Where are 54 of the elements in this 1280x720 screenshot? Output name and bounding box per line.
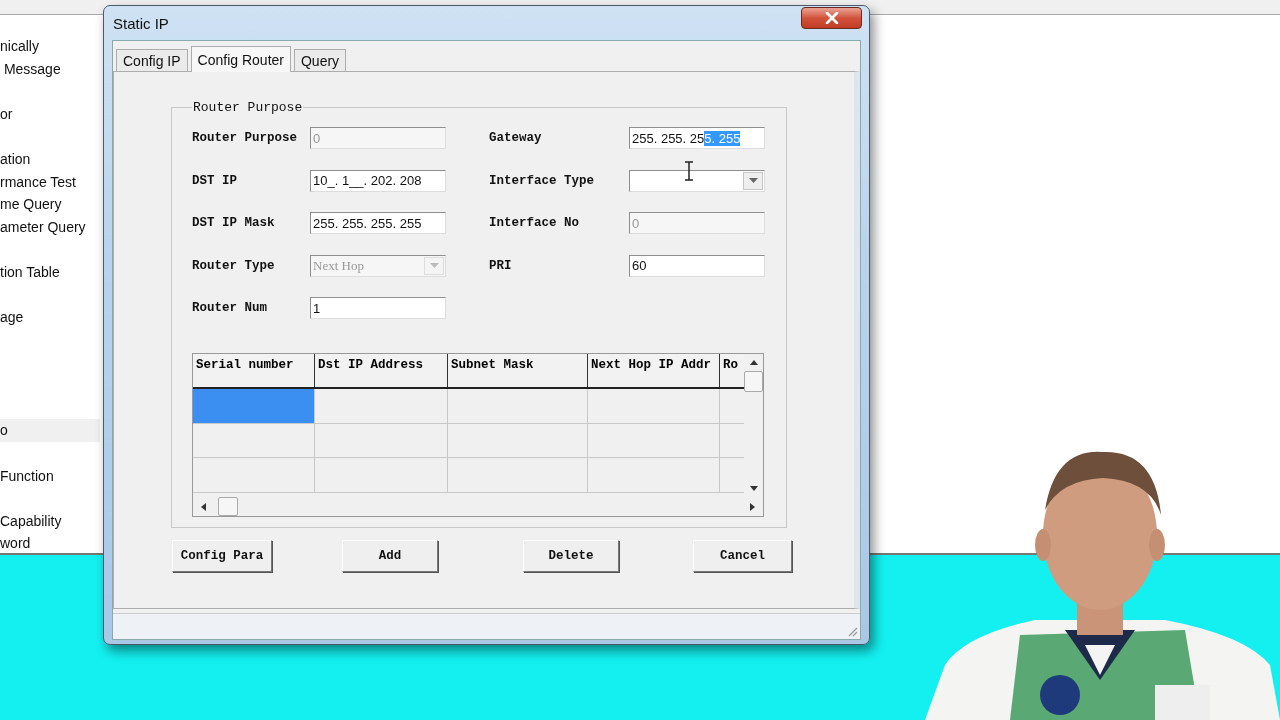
input-field[interactable]: 60 xyxy=(629,254,765,277)
list-item[interactable]: or xyxy=(0,106,13,123)
input-field[interactable]: 10_. 1__. 202. 208 xyxy=(310,169,446,192)
field-label: PRI xyxy=(489,258,513,273)
scroll-up-icon xyxy=(749,360,758,365)
resize-grip-icon xyxy=(846,625,858,637)
caret-icon xyxy=(429,263,439,268)
scroll-left-icon xyxy=(201,502,206,511)
list-item[interactable]: me Query xyxy=(0,196,62,213)
field-label: Router Num xyxy=(192,301,268,315)
dialog-button[interactable]: Config Para xyxy=(172,540,272,572)
column-header[interactable]: Next Hop IP Addr xyxy=(588,354,720,387)
list-item[interactable]: o xyxy=(0,422,8,439)
tab[interactable]: Config Router xyxy=(190,46,291,72)
field-label: DST IP Mask xyxy=(192,216,276,230)
field-label: Router Purpose xyxy=(192,131,299,145)
tab[interactable]: Query xyxy=(294,49,347,71)
scroll-right-icon xyxy=(750,502,755,511)
table-cell[interactable] xyxy=(193,389,315,423)
scroll-thumb[interactable] xyxy=(744,371,763,392)
field-label: DST IP xyxy=(192,173,238,188)
close-button[interactable] xyxy=(801,7,862,29)
input-field[interactable]: 255. 255. 255. 255 xyxy=(629,127,765,149)
dialog-button[interactable]: Delete xyxy=(523,540,619,572)
list-item[interactable]: Capability xyxy=(0,512,62,529)
list-item[interactable]: ation xyxy=(0,151,31,168)
list-item[interactable]: Function xyxy=(0,467,54,484)
dropdown[interactable] xyxy=(629,169,765,192)
input-field[interactable]: 255. 255. 255. 255 xyxy=(310,212,446,234)
field-label: Interface No xyxy=(489,216,580,230)
list-item[interactable]: ameter Query xyxy=(0,219,86,236)
list-item[interactable]: Message xyxy=(0,60,61,77)
list-item[interactable]: rmance Test xyxy=(0,173,76,190)
list-item[interactable]: word xyxy=(0,535,31,552)
list-item[interactable]: nically xyxy=(0,38,39,55)
text-cursor-icon xyxy=(684,161,694,181)
close-icon xyxy=(824,12,839,24)
scroll-thumb[interactable] xyxy=(218,497,238,516)
tab[interactable]: Config IP xyxy=(116,49,188,71)
column-header[interactable]: Serial number xyxy=(193,354,315,387)
list-item[interactable]: age xyxy=(0,309,24,326)
field-label: Interface Type xyxy=(489,173,596,188)
field-label: Router Type xyxy=(192,258,276,273)
field-label: Gateway xyxy=(489,131,543,145)
scroll-down-icon xyxy=(749,486,758,491)
column-header[interactable]: Dst IP Address xyxy=(315,354,448,387)
input-field[interactable]: 1 xyxy=(310,297,446,319)
group-title: Router Purpose xyxy=(192,100,304,115)
column-header[interactable]: Subnet Mask xyxy=(448,354,588,387)
caret-icon xyxy=(748,178,758,183)
dialog-button[interactable]: Add xyxy=(342,540,438,572)
dialog-button[interactable]: Cancel xyxy=(693,540,792,572)
list-item[interactable]: tion Table xyxy=(0,264,60,281)
window-title: Static IP xyxy=(113,14,169,32)
